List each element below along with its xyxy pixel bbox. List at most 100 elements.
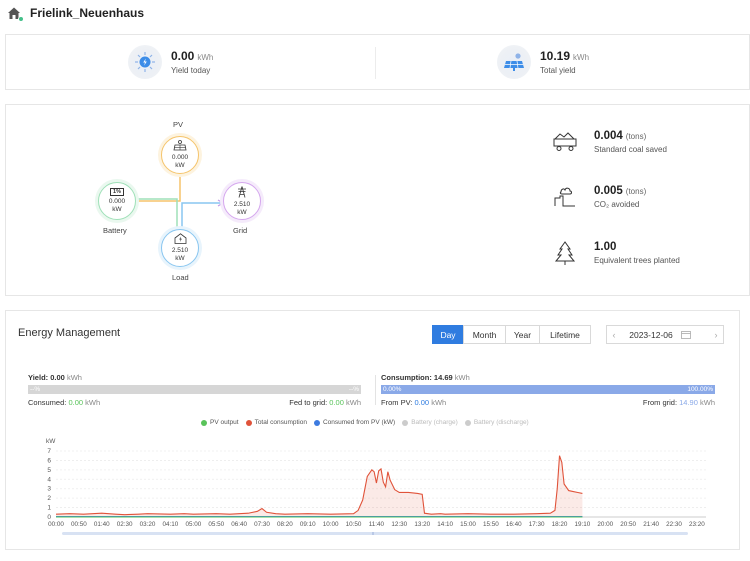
grid-value: 2.510	[233, 200, 251, 208]
x-tick-label: 22:30	[666, 521, 682, 528]
series-area-total-consumption	[56, 455, 583, 517]
x-tick-label: 00:00	[48, 521, 64, 528]
legend-label: Total consumption	[254, 419, 307, 426]
y-tick-label: 1	[47, 505, 51, 512]
pv-value: 0.000	[171, 154, 189, 161]
legend-battery-discharge[interactable]: Battery (discharge)	[464, 419, 529, 426]
grid-unit: kW	[237, 208, 247, 216]
energy-flow-card: PV 0.000 kW 1% 0.000 kW Battery 2.510 kW…	[5, 104, 750, 296]
co2-avoided-unit: (tons)	[625, 187, 647, 196]
consumption-stat-title: Consumption:	[381, 373, 432, 382]
home-icon[interactable]	[6, 5, 24, 22]
x-tick-label: 06:40	[231, 521, 247, 528]
y-tick-label: 6	[47, 457, 51, 464]
energy-chart[interactable]: kW 0 1 2 3 4 5 6 7 00:00 00:50 01:40 02:30 03:20 04:10…	[6, 431, 739, 541]
divider	[375, 47, 376, 79]
x-tick-label: 13:20	[414, 521, 430, 528]
yield-total: 10.19 kWh Total yield	[497, 45, 589, 79]
x-tick-label: 23:20	[689, 521, 705, 528]
consumption-ratio-bar: 0.00% 100.00%	[381, 385, 715, 394]
legend-pv-output[interactable]: PV output	[201, 419, 239, 426]
yield-today: 0.00 kWh Yield today	[128, 45, 213, 79]
site-header: Frielink_Neuenhaus	[6, 2, 144, 24]
x-tick-label: 21:40	[643, 521, 659, 528]
consumption-stat-value: 14.69	[433, 373, 453, 382]
consumption-stat-unit: kWh	[454, 373, 470, 382]
x-tick-label: 01:40	[94, 521, 110, 528]
house-icon	[174, 233, 187, 247]
x-tick-label: 16:40	[506, 521, 522, 528]
yield-today-unit: kWh	[197, 53, 214, 62]
legend-total-consumption[interactable]: Total consumption	[245, 419, 307, 426]
yield-total-label: Total yield	[540, 66, 576, 75]
x-tick-label: 20:50	[620, 521, 636, 528]
chart-zoom-handle[interactable]	[372, 532, 374, 535]
co2-avoided-label: CO₂ avoided	[594, 200, 640, 209]
sun-energy-icon	[128, 45, 162, 79]
coal-saved-unit: (tons)	[625, 132, 647, 141]
y-tick-label: 4	[47, 476, 51, 483]
pv-node[interactable]: 0.000 kW	[161, 136, 199, 174]
prev-date-icon[interactable]: ‹	[607, 330, 621, 340]
date-picker[interactable]: ‹ 2023-12-06 ›	[606, 325, 724, 344]
y-axis-label: kW	[46, 438, 56, 445]
x-tick-label: 05:50	[208, 521, 224, 528]
site-name: Frielink_Neuenhaus	[30, 6, 145, 20]
tree-icon	[552, 240, 578, 266]
consumption-stats: Consumption: 14.69 kWh 0.00% 100.00% Fro…	[381, 373, 715, 407]
next-date-icon[interactable]: ›	[709, 330, 723, 340]
pv-label: PV	[173, 120, 184, 129]
x-tick-label: 10:50	[346, 521, 362, 528]
y-tick-label: 7	[47, 448, 51, 455]
legend-label: PV output	[210, 419, 239, 426]
y-tick-label: 3	[47, 486, 51, 493]
battery-unit: kW	[112, 206, 122, 213]
calendar-icon[interactable]	[681, 330, 691, 339]
chart-legend: PV output Total consumption Consumed fro…	[201, 419, 536, 426]
x-tick-label: 19:10	[575, 521, 591, 528]
x-tick-label: 03:20	[140, 521, 156, 528]
section-title: Energy Management	[18, 327, 121, 339]
legend-dot	[464, 419, 471, 426]
solar-panel-icon	[173, 140, 187, 154]
x-tick-label: 02:30	[117, 521, 133, 528]
legend-label: Consumed from PV (kW)	[322, 419, 396, 426]
tab-lifetime[interactable]: Lifetime	[539, 325, 591, 344]
x-tick-label: 12:30	[391, 521, 407, 528]
grid-node[interactable]: 2.510 kW	[223, 182, 261, 220]
x-tick-label: 15:00	[460, 521, 476, 528]
trees-planted-label: Equivalent trees planted	[594, 256, 680, 265]
yield-ratio-bar: --% --%	[28, 385, 361, 394]
co2-avoided-value: 0.005	[594, 185, 623, 197]
consumed-label: Consumed:	[28, 398, 67, 407]
yield-today-label: Yield today	[171, 66, 211, 75]
load-node[interactable]: 2.510 kW	[161, 229, 199, 267]
consumed-value: 0.00	[68, 398, 84, 407]
legend-dot	[402, 419, 409, 426]
power-tower-icon	[236, 185, 248, 201]
legend-dot	[201, 419, 207, 426]
legend-battery-charge[interactable]: Battery (charge)	[402, 419, 458, 426]
battery-value: 0.000	[108, 198, 126, 205]
from-pv-value: 0.00	[414, 398, 430, 407]
y-tick-label: 5	[47, 467, 51, 474]
factory-co2-icon	[552, 184, 578, 210]
legend-consumed-from-pv[interactable]: Consumed from PV (kW)	[313, 419, 396, 426]
yield-today-value: 0.00	[171, 49, 195, 63]
yield-stat-unit: kWh	[66, 373, 82, 382]
trees-planted: 1.00 Equivalent trees planted	[552, 240, 680, 266]
x-tick-label: 15:50	[483, 521, 499, 528]
battery-node[interactable]: 1% 0.000 kW	[98, 182, 136, 220]
x-tick-label: 10:00	[323, 521, 339, 528]
tab-month[interactable]: Month	[463, 325, 506, 344]
online-status-dot	[18, 16, 24, 22]
from-pv-unit: kWh	[431, 398, 447, 407]
x-tick-label: 18:20	[552, 521, 568, 528]
tab-year[interactable]: Year	[505, 325, 540, 344]
yield-bar-right: --%	[348, 386, 359, 393]
consumption-bar-right: 100.00%	[687, 386, 713, 393]
tab-day[interactable]: Day	[432, 325, 464, 344]
fed-to-grid-value: 0.00	[329, 398, 344, 407]
battery-label: Battery	[103, 226, 127, 235]
coal-truck-icon	[552, 129, 578, 155]
